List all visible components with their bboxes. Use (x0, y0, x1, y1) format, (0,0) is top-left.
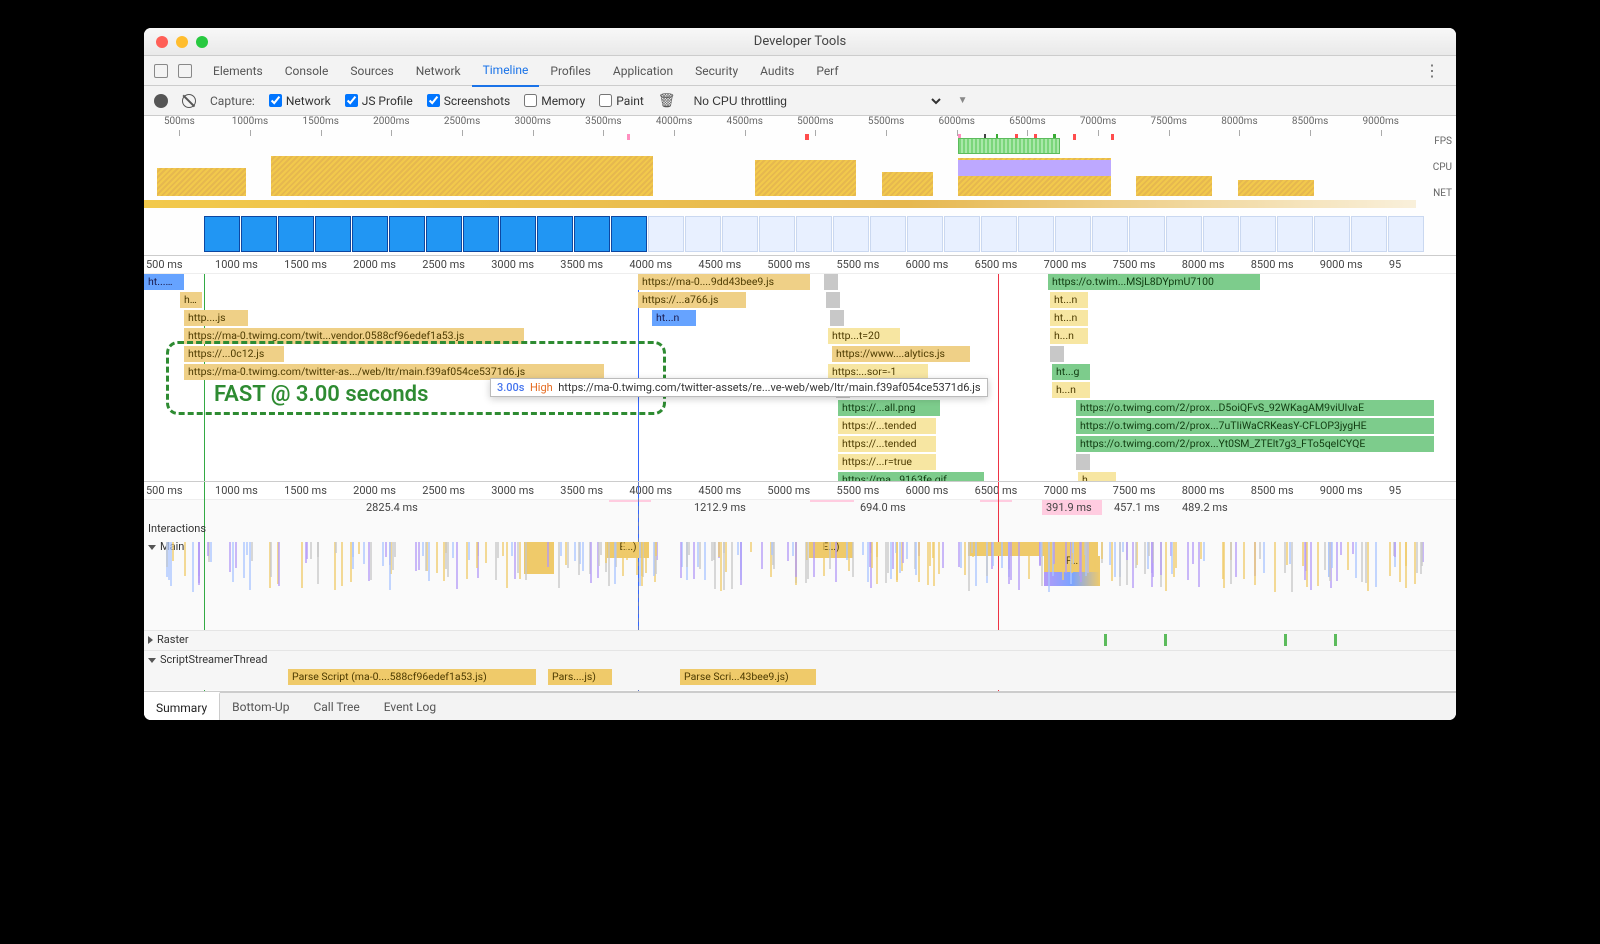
network-bar[interactable]: https://o.twimg.com/2/prox...Yt0SM_ZTElt… (1076, 436, 1434, 452)
chk-memory[interactable]: Memory (524, 94, 585, 108)
annotation-text: FAST @ 3.00 seconds (214, 382, 428, 407)
network-bar[interactable] (1076, 454, 1090, 470)
network-bar[interactable]: ht...n (1050, 310, 1088, 326)
filmstrip[interactable] (204, 216, 1416, 254)
tab-timeline[interactable]: Timeline (472, 55, 540, 87)
tab-network[interactable]: Network (405, 56, 472, 86)
btab-summary[interactable]: Summary (144, 692, 220, 720)
network-bar[interactable]: ht...n (652, 310, 696, 326)
parse-script-block[interactable]: Pars....js) (548, 669, 612, 685)
flame-panel[interactable]: 500 ms1000 ms1500 ms2000 ms2500 ms3000 m… (144, 482, 1456, 692)
network-bar[interactable]: https://www....alytics.js (832, 346, 970, 362)
device-icon[interactable] (178, 64, 192, 78)
network-bar[interactable]: https://...tended (838, 418, 936, 434)
network-bar[interactable]: https://o.twim...MSjL8DYpmU7100 (1048, 274, 1260, 290)
network-bar[interactable]: https://...all.png (838, 400, 940, 416)
network-bar[interactable]: h...n (1050, 328, 1088, 344)
network-bar[interactable] (824, 274, 838, 290)
network-bar[interactable]: h...n (1052, 382, 1090, 398)
tab-application[interactable]: Application (602, 56, 684, 86)
network-bar[interactable]: h... (1078, 472, 1116, 482)
network-bar[interactable]: http...t=20 (828, 328, 900, 344)
network-bar[interactable]: https://...r=true (838, 454, 936, 470)
network-bar[interactable]: h... (180, 292, 202, 308)
network-bar[interactable]: https://o.twimg.com/2/prox...D5oiQFvS_92… (1076, 400, 1434, 416)
network-bar[interactable] (830, 310, 844, 326)
network-bar[interactable]: ht...g (1052, 364, 1090, 380)
flame-ruler: 500 ms1000 ms1500 ms2000 ms2500 ms3000 m… (144, 482, 1456, 500)
top-tabs: Elements Console Sources Network Timelin… (144, 56, 1456, 86)
net-band (144, 200, 1416, 208)
trash-icon[interactable]: 🗑 (658, 93, 676, 109)
load-line (998, 274, 999, 482)
network-bar[interactable]: ht...n (1050, 292, 1088, 308)
btab-calltree[interactable]: Call Tree (301, 693, 371, 720)
network-bar[interactable] (1050, 346, 1064, 362)
bottom-tabs: Summary Bottom-Up Call Tree Event Log (144, 692, 1456, 720)
network-bar[interactable] (826, 292, 840, 308)
chk-network[interactable]: Network (269, 94, 331, 108)
network-bar[interactable]: https://...a766.js (638, 292, 746, 308)
chk-paint[interactable]: Paint (599, 94, 644, 108)
label-script: ScriptStreamerThread (148, 653, 268, 666)
network-ruler: 500 ms1000 ms1500 ms2000 ms2500 ms3000 m… (144, 256, 1456, 274)
capture-label: Capture: (210, 94, 255, 108)
network-bar[interactable]: https://...tended (838, 436, 936, 452)
cpu-chart (144, 156, 1416, 196)
request-tooltip: 3.00s High https://ma-0.twimg.com/twitte… (490, 378, 988, 397)
overview-ruler: 500ms1000ms1500ms2000ms2500ms3000ms3500m… (144, 116, 1456, 132)
tab-console[interactable]: Console (274, 56, 340, 86)
timings-row: 2825.4 ms1212.9 ms694.0 ms391.9 ms457.1 … (144, 500, 1456, 518)
tab-elements[interactable]: Elements (202, 56, 274, 86)
tab-audits[interactable]: Audits (749, 56, 805, 86)
devtools-window: Developer Tools Elements Console Sources… (144, 28, 1456, 720)
clear-icon[interactable] (182, 94, 196, 108)
main-flame[interactable]: E...) E...) F... (144, 542, 1456, 622)
timeline-toolbar: Capture: Network JS Profile Screenshots … (144, 86, 1456, 116)
overview-markers (144, 134, 1416, 140)
btab-bottomup[interactable]: Bottom-Up (220, 693, 301, 720)
network-bar[interactable]: ht...me (144, 274, 184, 290)
network-bar[interactable]: http....js (184, 310, 248, 326)
tab-sources[interactable]: Sources (339, 56, 404, 86)
label-raster: Raster (148, 633, 189, 646)
script-row[interactable]: ScriptStreamerThread Parse Script (ma-0.… (144, 650, 1456, 690)
network-panel[interactable]: 500 ms1000 ms1500 ms2000 ms2500 ms3000 m… (144, 256, 1456, 482)
record-icon[interactable] (154, 94, 168, 108)
network-bar[interactable]: https://ma...9163fe.gif (838, 472, 984, 482)
raster-row[interactable]: Raster (144, 630, 1456, 650)
titlebar: Developer Tools (144, 28, 1456, 56)
chk-jsprofile[interactable]: JS Profile (345, 94, 413, 108)
overview-panel[interactable]: 500ms1000ms1500ms2000ms2500ms3000ms3500m… (144, 116, 1456, 256)
inspect-icon[interactable] (154, 64, 168, 78)
network-bar[interactable]: https://ma-0....9dd43bee9.js (638, 274, 810, 290)
parse-script-block[interactable]: Parse Script (ma-0....588cf96edef1a53.js… (288, 669, 536, 685)
parse-script-block[interactable]: Parse Scri...43bee9.js) (680, 669, 816, 685)
btab-eventlog[interactable]: Event Log (372, 693, 448, 720)
label-interactions: Interactions (148, 522, 206, 535)
tab-security[interactable]: Security (684, 56, 749, 86)
cpu-throttling-select[interactable]: No CPU throttling (690, 93, 944, 109)
window-title: Developer Tools (144, 34, 1456, 49)
network-bar[interactable]: https://o.twimg.com/2/prox...7uTIiWaCRKe… (1076, 418, 1434, 434)
overview-ylabels: FPS CPU NET (1420, 136, 1456, 214)
tab-profiles[interactable]: Profiles (539, 56, 602, 86)
dropdown-icon[interactable]: ▼ (958, 95, 968, 106)
tab-perf[interactable]: Perf (805, 56, 849, 86)
kebab-icon[interactable]: ⋮ (1418, 61, 1446, 80)
chk-screenshots[interactable]: Screenshots (427, 94, 510, 108)
